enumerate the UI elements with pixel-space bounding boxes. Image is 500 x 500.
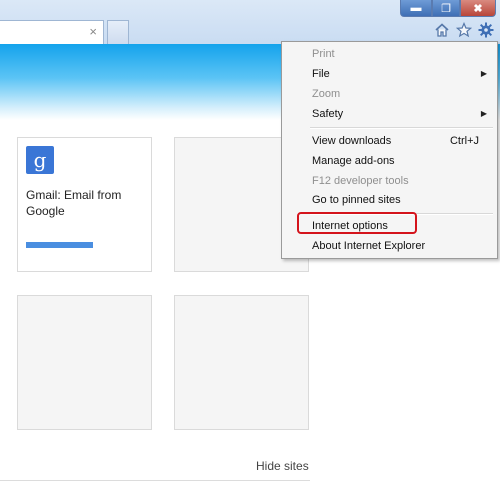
restore-button[interactable]: ❐: [432, 0, 460, 17]
menu-item-safety[interactable]: Safety ▶: [282, 105, 497, 123]
menu-item-label: Safety: [312, 108, 344, 120]
tile-title: Gmail: Email from Google: [26, 188, 122, 218]
menu-item-go-to-pinned-sites[interactable]: Go to pinned sites: [282, 191, 497, 209]
window-controls: ▬ ❐ ✖: [400, 0, 496, 17]
menu-item-label: About Internet Explorer: [312, 240, 426, 252]
home-icon[interactable]: [434, 22, 450, 38]
divider: [0, 480, 310, 481]
minimize-button[interactable]: ▬: [400, 0, 432, 17]
tab-close-icon[interactable]: ×: [89, 24, 97, 39]
new-tab-button[interactable]: [107, 20, 129, 44]
submenu-arrow-icon: ▶: [480, 109, 487, 118]
favorites-star-icon[interactable]: [456, 22, 472, 38]
menu-item-print[interactable]: Print: [282, 45, 497, 63]
menu-item-file[interactable]: File ▶: [282, 65, 497, 83]
menu-item-zoom[interactable]: Zoom: [282, 85, 497, 103]
active-tab[interactable]: ×: [0, 20, 104, 44]
internet-options-highlight: [297, 212, 417, 234]
google-logo-icon: g: [26, 146, 54, 174]
close-window-button[interactable]: ✖: [460, 0, 496, 17]
menu-item-label: Manage add-ons: [312, 155, 395, 167]
browser-chrome: ▬ ❐ ✖ ×: [0, 0, 500, 44]
menu-item-view-downloads[interactable]: View downloads Ctrl+J: [282, 132, 497, 150]
menu-item-manage-add-ons[interactable]: Manage add-ons: [282, 152, 497, 170]
menu-item-label: Zoom: [312, 88, 341, 100]
menu-item-label: Go to pinned sites: [312, 194, 401, 206]
menu-item-label: Print: [312, 48, 335, 60]
menu-item-label: F12 developer tools: [312, 175, 409, 187]
tile-activity-bar: [26, 242, 93, 248]
tools-gear-icon[interactable]: [478, 22, 494, 38]
toolbar-icons: [434, 22, 494, 38]
menu-item-label: View downloads: [312, 135, 392, 147]
site-tile-empty[interactable]: [174, 295, 309, 430]
menu-item-label: File: [312, 68, 330, 80]
site-tile-gmail[interactable]: g Gmail: Email from Google: [17, 137, 152, 272]
menu-separator: [310, 127, 493, 129]
site-tile-empty[interactable]: [17, 295, 152, 430]
hide-sites-link[interactable]: Hide sites: [256, 459, 309, 473]
menu-shortcut: Ctrl+J: [449, 135, 479, 147]
submenu-arrow-icon: ▶: [480, 69, 487, 78]
menu-item-about-internet-explorer[interactable]: About Internet Explorer: [282, 237, 497, 255]
menu-item-f12-developer-tools[interactable]: F12 developer tools: [282, 172, 497, 190]
